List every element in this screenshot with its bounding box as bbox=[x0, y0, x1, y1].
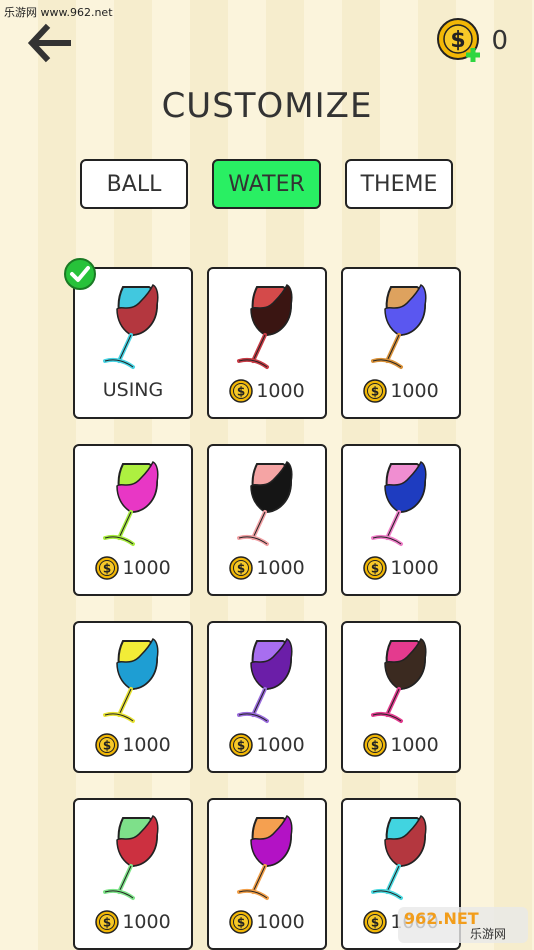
item-price: 1000 bbox=[256, 380, 305, 402]
checkmark-icon bbox=[64, 258, 96, 290]
item-price: 1000 bbox=[122, 734, 171, 756]
item-card[interactable]: $ 1000 bbox=[341, 267, 461, 419]
price-label: $ 1000 bbox=[75, 910, 191, 934]
svg-text:962.NET: 962.NET bbox=[404, 909, 479, 928]
item-price: 1000 bbox=[390, 380, 439, 402]
svg-text:$: $ bbox=[103, 562, 111, 576]
wine-glass-icon bbox=[237, 283, 293, 369]
coin-icon: $ bbox=[363, 910, 388, 934]
item-card[interactable]: $ 1000 bbox=[73, 798, 193, 950]
item-price: 1000 bbox=[390, 734, 439, 756]
tab-water[interactable]: WATER bbox=[212, 159, 321, 209]
item-card[interactable]: $ 1000 bbox=[207, 621, 327, 773]
wine-glass-icon bbox=[103, 283, 159, 369]
item-card[interactable]: USING bbox=[64, 258, 193, 419]
price-label: $ 1000 bbox=[343, 379, 459, 403]
coin-icon: $ bbox=[229, 556, 254, 580]
item-card[interactable]: $ 1000 bbox=[341, 444, 461, 596]
svg-text:$: $ bbox=[237, 739, 245, 753]
price-label: $ 1000 bbox=[209, 733, 325, 757]
item-card[interactable]: $ 1000 bbox=[207, 444, 327, 596]
wine-glass-icon bbox=[103, 814, 159, 900]
tab-theme[interactable]: THEME bbox=[345, 159, 453, 209]
item-card[interactable]: $ 1000 bbox=[73, 444, 193, 596]
item-price: 1000 bbox=[122, 557, 171, 579]
price-label: $ 1000 bbox=[209, 556, 325, 580]
wine-glass-icon bbox=[371, 814, 427, 900]
svg-text:$: $ bbox=[371, 916, 379, 930]
svg-text:$: $ bbox=[103, 739, 111, 753]
price-label: $ 1000 bbox=[209, 379, 325, 403]
price-label: $ 1000 bbox=[209, 910, 325, 934]
wine-glass-icon bbox=[371, 637, 427, 723]
tab-ball[interactable]: BALL bbox=[80, 159, 188, 209]
wine-glass-icon bbox=[103, 637, 159, 723]
coin-icon: $ bbox=[229, 733, 254, 757]
coin-count: 0 bbox=[491, 26, 508, 56]
coin-balance[interactable]: $ 0 bbox=[437, 18, 508, 64]
coin-icon: $ bbox=[363, 379, 388, 403]
wine-glass-icon bbox=[237, 460, 293, 546]
item-card[interactable]: $ 1000 bbox=[73, 621, 193, 773]
item-price: 1000 bbox=[256, 911, 305, 933]
watermark-text: 乐游网 www.962.net bbox=[4, 6, 113, 19]
price-label: $ 1000 bbox=[343, 733, 459, 757]
wine-glass-icon bbox=[237, 814, 293, 900]
svg-text:$: $ bbox=[237, 916, 245, 930]
svg-text:$: $ bbox=[371, 385, 379, 399]
price-label: $ 1000 bbox=[75, 556, 191, 580]
coin-icon: $ bbox=[229, 910, 254, 934]
item-price: 1000 bbox=[390, 557, 439, 579]
coin-icon: $ bbox=[363, 733, 388, 757]
coin-icon: $ bbox=[95, 910, 120, 934]
coin-icon: $ bbox=[363, 556, 388, 580]
coin-icon: $ bbox=[229, 379, 254, 403]
coin-icon: $ bbox=[95, 733, 120, 757]
back-arrow-icon[interactable] bbox=[24, 20, 72, 66]
svg-text:$: $ bbox=[371, 562, 379, 576]
wine-glass-icon bbox=[371, 460, 427, 546]
item-price: 1000 bbox=[122, 911, 171, 933]
item-price: 1000 bbox=[256, 734, 305, 756]
price-label: $ 1000 bbox=[75, 733, 191, 757]
coin-icon: $ bbox=[95, 556, 120, 580]
item-card[interactable]: $ 1000 bbox=[207, 267, 327, 419]
item-price: 1000 bbox=[256, 557, 305, 579]
item-status: USING bbox=[102, 379, 164, 401]
using-label: USING bbox=[75, 379, 191, 401]
svg-text:$: $ bbox=[451, 28, 466, 53]
svg-text:$: $ bbox=[371, 739, 379, 753]
svg-text:$: $ bbox=[237, 385, 245, 399]
svg-text:乐游网: 乐游网 bbox=[470, 927, 506, 941]
coin-plus-icon[interactable]: $ bbox=[437, 18, 483, 64]
item-card[interactable]: $ 1000 bbox=[341, 621, 461, 773]
svg-text:$: $ bbox=[103, 916, 111, 930]
item-card[interactable]: $ 1000 bbox=[207, 798, 327, 950]
svg-text:$: $ bbox=[237, 562, 245, 576]
wine-glass-icon bbox=[103, 460, 159, 546]
price-label: $ 1000 bbox=[343, 556, 459, 580]
page-title: CUSTOMIZE bbox=[161, 86, 373, 126]
wine-glass-icon bbox=[237, 637, 293, 723]
site-logo-watermark: 962.NET 乐游网 bbox=[398, 907, 528, 943]
wine-glass-icon bbox=[371, 283, 427, 369]
